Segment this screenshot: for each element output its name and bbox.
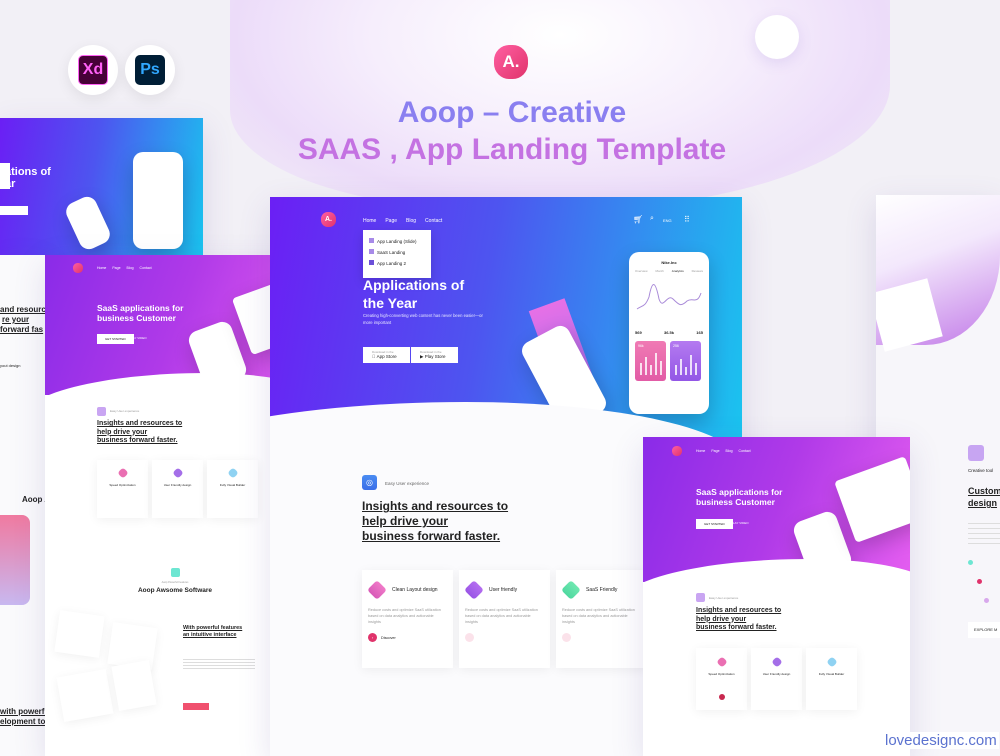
cart-icon[interactable]: 🛒︎	[633, 215, 643, 224]
preview-saas-landing-2: Home Page Blog Contact SaaS applications fo…	[643, 437, 910, 756]
software-title: Aoop Awsome Software	[137, 587, 213, 594]
screen-mockup	[111, 660, 157, 711]
left-partial-page: and resources re your forward fas yout d…	[0, 255, 46, 756]
nav-page[interactable]: Page	[112, 266, 120, 270]
layout-icon	[367, 580, 387, 600]
explore-button[interactable]: EXPLORE M	[968, 622, 1000, 638]
line-chart	[636, 284, 702, 310]
feature-cards: Speed Optimization User Friendly design …	[696, 648, 857, 710]
decorative-circle	[755, 15, 799, 59]
preview-app-landing-partial: ations of ar	[0, 118, 203, 255]
nav-blog[interactable]: Blog	[127, 266, 134, 270]
hero-title: ations of	[5, 166, 51, 178]
page-dropdown-menu: App Landing (Slide) SaaS Landing App Lan…	[363, 230, 431, 278]
phone-mockup-analytics: Nike.Inc Overview Month Analytics Reviews 5…	[629, 252, 709, 414]
feature-card: Fully Visual Builder	[806, 648, 857, 710]
search-icon[interactable]: ⌕	[650, 215, 654, 223]
section-title: Insights and resources to help drive your…	[362, 499, 509, 543]
section-title: Insights and resources to help drive your…	[696, 607, 782, 631]
feature-card: Clean Layout design Reduce costs and opt…	[362, 570, 453, 668]
grid-icon[interactable]: ⠿	[684, 216, 690, 224]
play-store-button[interactable]	[0, 206, 28, 215]
feature-card: SaaS Friendly Reduce costs and optimize …	[556, 570, 647, 668]
hero-title: SaaS applications for business Customer	[696, 487, 783, 507]
brand-logo	[672, 446, 682, 456]
play-video-link[interactable]: PLAY VIDEO	[129, 336, 147, 340]
stats-row: 569 36.5k 165	[635, 330, 703, 335]
nav-blog[interactable]: Blog	[406, 218, 416, 224]
stat-card: 256	[670, 341, 701, 381]
cta-button[interactable]	[183, 703, 209, 710]
feature-card: Speed Optimization	[696, 648, 747, 710]
nav-home[interactable]: Home	[696, 449, 705, 453]
nav-page[interactable]: Page	[711, 449, 719, 453]
language-select[interactable]: ENG	[663, 218, 672, 223]
play-video-link[interactable]: PLAY VIDEO	[731, 521, 749, 525]
feature-card: User friendly Reduce costs and optimize …	[459, 570, 550, 668]
discover-link[interactable]	[465, 633, 474, 642]
nav-home[interactable]: Home	[97, 266, 106, 270]
menu-item[interactable]: App Landing 2	[369, 257, 425, 271]
software-icon	[171, 568, 180, 577]
brand-logo	[73, 263, 83, 273]
feature-card: Fully Visual Builder	[207, 460, 258, 518]
discover-link[interactable]: › Discover	[368, 633, 447, 642]
cloud-icon	[561, 580, 581, 600]
preview-saas-landing: Home Page Blog Contact SaaS applications fo…	[45, 255, 305, 756]
illustration	[0, 515, 30, 605]
brand-logo: A.	[321, 212, 336, 227]
screen-mockup	[56, 669, 114, 722]
puzzle-icon	[464, 580, 484, 600]
brand-logo: A.	[494, 45, 528, 79]
ux-icon	[97, 407, 106, 416]
main-nav: Home Page Blog Contact	[363, 218, 442, 224]
xd-app-icon: Xd	[68, 45, 118, 95]
tablet-mockup	[834, 456, 910, 543]
main-nav: Home Page Blog Contact	[696, 449, 751, 453]
photoshop-app-icon: Ps	[125, 45, 175, 95]
stat-card: 96k	[635, 341, 666, 381]
play-store-button[interactable]: Download in the ▶ Play Store	[411, 347, 458, 363]
feature-card: Speed Optimization	[97, 460, 148, 518]
feature-card: User Friendly design	[751, 648, 802, 710]
screen-mockup	[54, 610, 105, 658]
feature-card: User Friendly design	[152, 460, 203, 518]
nav-page[interactable]: Page	[385, 218, 397, 224]
ux-icon	[696, 593, 705, 602]
phone-mockup	[62, 193, 114, 253]
nav-contact[interactable]: Contact	[425, 218, 442, 224]
phone-mockup	[133, 152, 183, 249]
feature-cards: Clean Layout design Reduce costs and opt…	[362, 570, 647, 668]
nav-home[interactable]: Home	[363, 218, 376, 224]
feature-cards: Speed Optimization User Friendly design …	[97, 460, 258, 518]
tool-icon	[968, 445, 984, 461]
section-title: Insights and resources to help drive your…	[97, 420, 183, 444]
nav-blog[interactable]: Blog	[726, 449, 733, 453]
nav-contact[interactable]: Contact	[739, 449, 751, 453]
get-started-button[interactable]: GET STARTED	[696, 519, 733, 529]
compass-icon: ◎	[362, 475, 377, 490]
nav-contact[interactable]: Contact	[140, 266, 152, 270]
hero-title: Applications of the Year	[363, 277, 465, 311]
app-store-button[interactable]: Download in the App Store	[363, 347, 410, 363]
watermark: lovedesignc.com	[883, 732, 999, 749]
hero-title: SaaS applications for business Customer	[97, 303, 184, 323]
main-nav: Home Page Blog Contact	[97, 266, 152, 270]
discover-link[interactable]	[562, 633, 571, 642]
